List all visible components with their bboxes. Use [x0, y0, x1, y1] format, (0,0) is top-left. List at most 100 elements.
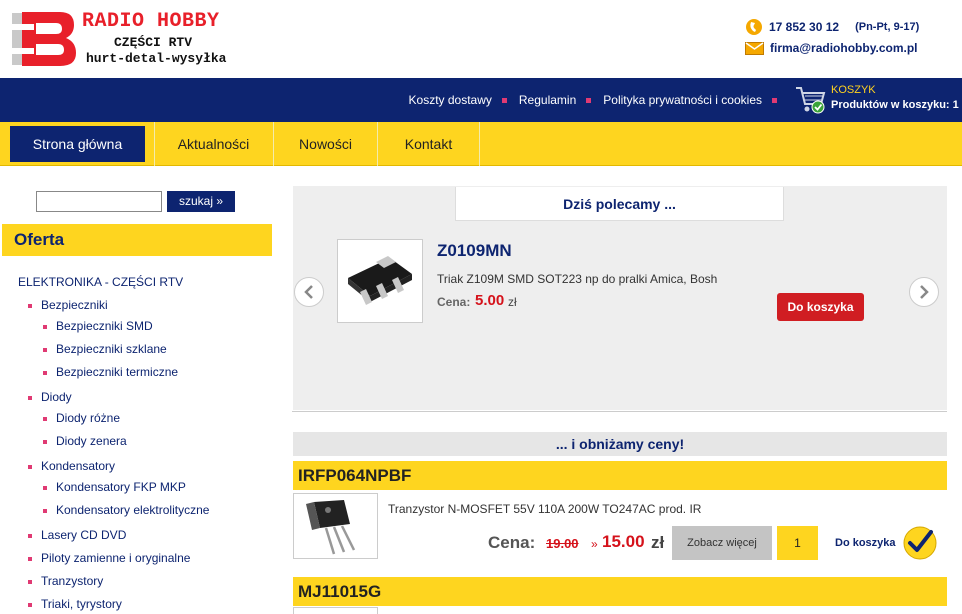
category-label: Bezpieczniki SMD [56, 319, 153, 333]
mail-icon [745, 41, 764, 55]
to247-transistor-icon [306, 500, 356, 555]
search-input[interactable] [36, 191, 162, 212]
subcategory-item[interactable]: Diody zenera [43, 434, 127, 448]
price-label: Cena: [437, 295, 471, 309]
bullet [43, 347, 47, 352]
currency: zł [508, 295, 517, 309]
new-price: 15.00 [602, 532, 645, 551]
brand-subtitle: CZĘŚCI RTV [114, 35, 193, 50]
main-nav: Strona główna Aktualności Nowości Kontak… [0, 122, 962, 166]
bullet [28, 556, 32, 561]
bullet [28, 464, 32, 469]
bullet [43, 416, 47, 421]
category-root[interactable]: ELEKTRONIKA - CZĘŚCI RTV [18, 275, 183, 289]
contact-phone: 17 852 30 12 (Pn-Pt, 9-17) [745, 18, 919, 36]
price-label: Cena: [488, 533, 536, 552]
subcategory-item[interactable]: Kondensatory FKP MKP [43, 480, 186, 494]
recommended-product-image[interactable] [337, 239, 423, 323]
phone-number: 17 852 30 12 [769, 20, 840, 34]
shopping-cart-icon[interactable] [795, 85, 827, 115]
email-link[interactable]: firma@radiohobby.com.pl [770, 41, 918, 55]
cart-count-value: 1 [952, 99, 959, 111]
add-to-cart-label[interactable]: Do koszyka [835, 537, 896, 549]
link-terms[interactable]: Regulamin [519, 93, 576, 107]
carousel-prev-button[interactable] [294, 277, 324, 307]
category-label: Kondensatory [41, 459, 116, 473]
subcategory-item[interactable]: Bezpieczniki szklane [43, 342, 167, 356]
category-item[interactable]: Piloty zamienne i oryginalne [28, 551, 190, 565]
bullet [28, 303, 32, 308]
bullet [43, 324, 47, 329]
subcategory-item[interactable]: Diody różne [43, 411, 120, 425]
category-label: Kondensatory FKP MKP [56, 480, 186, 494]
category-label: Diody [41, 390, 72, 404]
currency: zł [651, 533, 665, 552]
separator-dot [586, 97, 592, 103]
separator-dot [501, 97, 507, 103]
link-shipping-costs[interactable]: Koszty dostawy [409, 93, 492, 107]
bullet [43, 485, 47, 490]
phone-icon [746, 19, 762, 35]
category-label: Kondensatory elektrolityczne [56, 503, 210, 517]
separator-dot [772, 97, 777, 103]
bullet [28, 395, 32, 400]
category-label: Diody różne [56, 411, 121, 425]
product-desc: Tranzystor N-MOSFET 55V 110A 200W TO247A… [388, 502, 702, 516]
subcategory-item[interactable]: Bezpieczniki termiczne [43, 365, 178, 379]
nav-contact[interactable]: Kontakt [378, 126, 479, 162]
recommended-title: Dziś polecamy ... [455, 187, 784, 221]
old-price: 19.00 [546, 536, 579, 551]
category-item[interactable]: Tranzystory [28, 574, 103, 588]
bullet [43, 508, 47, 513]
subcategory-item[interactable]: Bezpieczniki SMD [43, 319, 153, 333]
quantity-input[interactable]: 1 [777, 526, 818, 560]
chevron-left-icon [304, 285, 313, 299]
radio-hobby-logo-icon[interactable] [8, 10, 78, 68]
category-item[interactable]: Triaki, tyrystory [28, 597, 122, 611]
phone-hours: (Pn-Pt, 9-17) [855, 21, 920, 33]
nav-news[interactable]: Aktualności [155, 126, 272, 162]
sot223-chip-icon [348, 256, 412, 305]
cart-count-label: Produktów w koszyku: [831, 99, 950, 111]
category-label: Lasery CD DVD [41, 528, 127, 542]
category-label: Bezpieczniki szklane [56, 342, 167, 356]
recommended-product-name[interactable]: Z0109MN [437, 241, 512, 261]
link-privacy-policy[interactable]: Polityka prywatności i cookies [603, 93, 762, 107]
search-button[interactable]: szukaj » [167, 191, 235, 212]
recommended-price: 5.00 [475, 292, 505, 309]
bullet [28, 602, 32, 607]
bullet [28, 533, 32, 538]
product-image[interactable] [293, 607, 378, 614]
product-name-bar[interactable]: MJ11015G [293, 577, 947, 606]
category-label: Diody zenera [56, 434, 127, 448]
nav-divider [479, 122, 480, 166]
cart-title[interactable]: KOSZYK [831, 84, 876, 96]
recommended-product-desc: Triak Z109M SMD SOT223 np do pralki Amic… [437, 272, 718, 286]
add-to-cart-button[interactable]: Do koszyka [777, 293, 864, 321]
category-item[interactable]: Diody [28, 390, 72, 404]
add-to-cart-check-icon[interactable] [903, 526, 937, 560]
site-header: RADIO HOBBY CZĘŚCI RTV hurt-detal-wysyłk… [0, 0, 962, 78]
category-label: Bezpieczniki termiczne [56, 365, 179, 379]
category-item[interactable]: Lasery CD DVD [28, 528, 126, 542]
nav-new-products[interactable]: Nowości [274, 126, 377, 162]
top-links: Koszty dostawy Regulamin Polityka prywat… [409, 93, 789, 107]
discounts-header: ... i obniżamy ceny! [293, 432, 947, 456]
brand-name: RADIO HOBBY [82, 10, 220, 33]
product-image[interactable] [293, 493, 378, 559]
category-item[interactable]: Bezpieczniki [28, 298, 108, 312]
bullet [43, 439, 47, 444]
offer-header: Oferta [2, 224, 272, 256]
bullet [28, 579, 32, 584]
category-label: Piloty zamienne i oryginalne [41, 551, 191, 565]
product-name-bar[interactable]: IRFP064NPBF [293, 461, 947, 490]
chevron-right-icon [920, 285, 929, 299]
price-arrow: » [591, 537, 598, 551]
subcategory-item[interactable]: Kondensatory elektrolityczne [43, 503, 209, 517]
category-item[interactable]: Kondensatory [28, 459, 115, 473]
carousel-next-button[interactable] [909, 277, 939, 307]
contact-email: firma@radiohobby.com.pl [745, 41, 918, 55]
category-label: Triaki, tyrystory [41, 597, 122, 611]
nav-home[interactable]: Strona główna [10, 126, 145, 162]
see-more-button[interactable]: Zobacz więcej [672, 526, 772, 560]
